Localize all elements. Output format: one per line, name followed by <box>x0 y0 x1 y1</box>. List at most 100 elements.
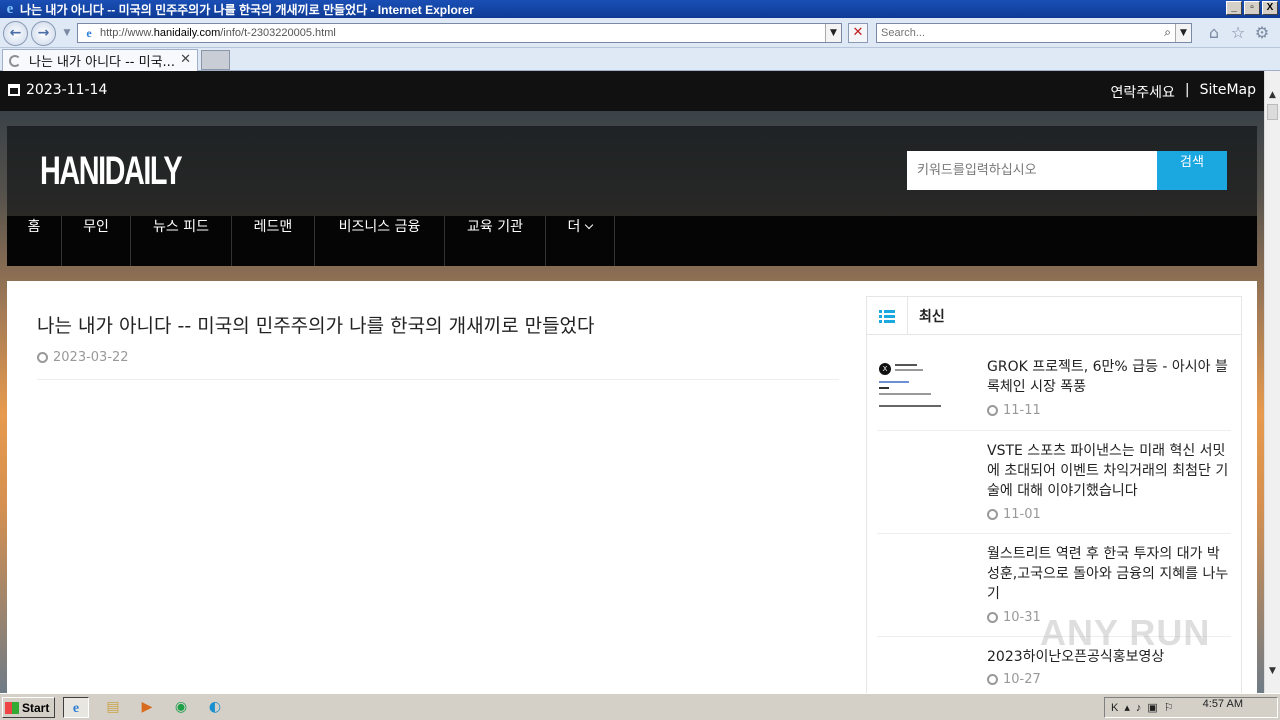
nav-item-home[interactable]: 홈 <box>7 216 62 266</box>
tray-clock[interactable]: 4:57 AM <box>1203 698 1243 710</box>
new-tab-button[interactable] <box>201 50 230 70</box>
taskbar: Start e ▤ ▶ ◉ ◐ K ▴ ♪ ▣ ⚐ 4:57 AM <box>0 693 1280 720</box>
chrome-icon[interactable]: ◉ <box>168 697 194 718</box>
sitemap-link[interactable]: SiteMap <box>1200 82 1256 102</box>
nav-item-news-feed[interactable]: 뉴스 피드 <box>131 216 232 266</box>
list-icon <box>879 310 895 323</box>
site-search-button[interactable]: 검색 <box>1157 151 1227 190</box>
clock-icon <box>987 674 998 685</box>
chevron-down-icon <box>585 220 594 230</box>
search-icon[interactable]: ⌕ <box>1164 25 1171 40</box>
tab-label: 나는 내가 아니다 -- 미국... <box>29 55 175 70</box>
calendar-icon <box>8 84 20 96</box>
page-scrollbar[interactable]: ▲ ▼ <box>1264 71 1280 693</box>
x-logo-icon: X <box>879 363 891 375</box>
sidebar-header: 최신 <box>867 297 1241 335</box>
tab-active[interactable]: 나는 내가 아니다 -- 미국... ✕ <box>2 49 198 71</box>
search-dropdown-icon[interactable]: ▼ <box>1175 24 1191 42</box>
page-viewport: 2023-11-14 연락주세요 | SiteMap HANIDAILY 키워드… <box>0 71 1264 693</box>
network-icon[interactable]: ▣ <box>1147 701 1157 714</box>
news-date: 11-01 <box>987 507 1041 522</box>
windows-logo-icon <box>5 701 19 714</box>
window-title: 나는 내가 아니다 -- 미국의 민주주의가 나를 한국의 개새끼로 만들었다 … <box>20 2 474 17</box>
sidebar-icon-box <box>867 297 908 335</box>
main-nav: 홈 무인 뉴스 피드 레드맨 비즈니스 금융 교육 기관 더 <box>7 216 1257 266</box>
clock-icon <box>987 405 998 416</box>
link-separator: | <box>1184 82 1190 98</box>
nav-item-unmanned[interactable]: 무인 <box>62 216 131 266</box>
scroll-thumb[interactable] <box>1267 104 1278 120</box>
favorites-star-icon[interactable]: ☆ <box>1229 24 1247 42</box>
watermark-logo: ANY RUN <box>1040 612 1211 653</box>
tab-bar: 나는 내가 아니다 -- 미국... ✕ <box>0 48 1280 71</box>
topbar-links: 연락주세요 | SiteMap <box>1110 82 1256 102</box>
start-label: Start <box>22 700 50 715</box>
media-player-icon[interactable]: ▶ <box>134 697 160 718</box>
nav-item-redman[interactable]: 레드맨 <box>232 216 315 266</box>
language-indicator[interactable]: K <box>1111 702 1118 714</box>
tray-chevron-icon[interactable]: ▴ <box>1124 701 1130 714</box>
clock-icon <box>37 352 48 363</box>
address-bar[interactable]: e http://www.hanidaily.com/info/t-230322… <box>77 23 842 43</box>
news-date: 10-31 <box>987 610 1041 625</box>
window-controls: _ ▫ X <box>1226 1 1278 15</box>
clock-icon <box>987 509 998 520</box>
close-window-button[interactable]: X <box>1262 1 1278 15</box>
forward-button[interactable]: → <box>31 21 56 46</box>
ie-page-icon: e <box>86 26 92 40</box>
minimize-button[interactable]: _ <box>1226 1 1242 15</box>
tab-close-icon[interactable]: ✕ <box>180 52 191 67</box>
news-date: 11-11 <box>987 403 1041 418</box>
start-button[interactable]: Start <box>2 697 55 718</box>
current-date: 2023-11-14 <box>26 82 108 98</box>
internet-explorer-taskbar-icon[interactable]: e <box>63 697 89 718</box>
news-thumbnail[interactable]: X <box>877 347 975 417</box>
stop-button[interactable]: ✕ <box>848 23 868 43</box>
nav-item-business-finance[interactable]: 비즈니스 금융 <box>315 216 445 266</box>
url-text: http://www.hanidaily.com/info/t-23032200… <box>100 27 336 39</box>
article-date: 2023-03-22 <box>37 350 129 365</box>
nav-item-education[interactable]: 교육 기관 <box>445 216 546 266</box>
history-dropdown-icon[interactable]: ▼ <box>58 24 76 42</box>
news-thumbnail[interactable] <box>877 534 975 604</box>
news-title[interactable]: VSTE 스포츠 파이낸스는 미래 혁신 서밋에 초대되어 이벤트 차익거래의 … <box>987 441 1231 501</box>
news-title[interactable]: 월스트리트 역련 후 한국 투자의 대가 박성훈,고국으로 돌아와 금융의 지혜… <box>987 544 1231 604</box>
system-tray: K ▴ ♪ ▣ ⚐ 4:57 AM <box>1104 697 1278 718</box>
nav-item-more[interactable]: 더 <box>546 216 615 266</box>
news-title[interactable]: GROK 프로젝트, 6만% 급등 - 아시아 블록체인 시장 폭풍 <box>987 357 1231 397</box>
article-date-text: 2023-03-22 <box>53 350 129 365</box>
news-thumbnail[interactable] <box>877 431 975 501</box>
nav-more-label: 더 <box>567 219 581 235</box>
news-date: 10-27 <box>987 672 1041 687</box>
restore-button[interactable]: ▫ <box>1244 1 1260 15</box>
article-title: 나는 내가 아니다 -- 미국의 민주주의가 나를 한국의 개새끼로 만들었다 <box>37 315 595 337</box>
file-explorer-icon[interactable]: ▤ <box>100 697 126 718</box>
sidebar-title: 최신 <box>919 309 945 325</box>
window-title-bar: e 나는 내가 아니다 -- 미국의 민주주의가 나를 한국의 개새끼로 만들었… <box>0 0 1280 18</box>
scroll-up-icon[interactable]: ▲ <box>1265 87 1280 103</box>
contact-link[interactable]: 연락주세요 <box>1110 82 1174 102</box>
list-item[interactable]: X GROK 프로젝트, 6만% 급등 - 아시아 블록체인 시장 폭풍 11-… <box>877 347 1231 431</box>
site-header: HANIDAILY 키워드를입력하십시오 검색 <box>7 126 1257 216</box>
flag-icon[interactable]: ⚐ <box>1164 701 1174 714</box>
topbar-date: 2023-11-14 <box>8 82 107 98</box>
edge-icon[interactable]: ◐ <box>202 697 228 718</box>
browser-search-input[interactable] <box>877 24 1147 42</box>
home-icon[interactable]: ⌂ <box>1205 24 1223 42</box>
site-topbar: 2023-11-14 연락주세요 | SiteMap <box>0 71 1264 111</box>
address-dropdown-icon[interactable]: ▼ <box>825 24 841 42</box>
browser-toolbar: ← → ▼ e http://www.hanidaily.com/info/t-… <box>0 18 1280 48</box>
site-search-input[interactable]: 키워드를입력하십시오 <box>907 151 1157 190</box>
scroll-down-icon[interactable]: ▼ <box>1265 663 1280 679</box>
loading-spinner-icon <box>9 54 21 67</box>
speaker-icon[interactable]: ♪ <box>1136 702 1142 714</box>
site-search: 키워드를입력하십시오 검색 <box>907 151 1227 190</box>
site-logo[interactable]: HANIDAILY <box>40 148 183 194</box>
gear-icon[interactable]: ⚙ <box>1253 24 1271 42</box>
news-thumbnail[interactable] <box>877 637 975 693</box>
clock-icon <box>987 612 998 623</box>
list-item[interactable]: VSTE 스포츠 파이낸스는 미래 혁신 서밋에 초대되어 이벤트 차익거래의 … <box>877 431 1231 534</box>
internet-explorer-icon: e <box>6 1 14 17</box>
browser-search-box[interactable]: ⌕ ▼ <box>876 23 1192 43</box>
back-button[interactable]: ← <box>3 21 28 46</box>
